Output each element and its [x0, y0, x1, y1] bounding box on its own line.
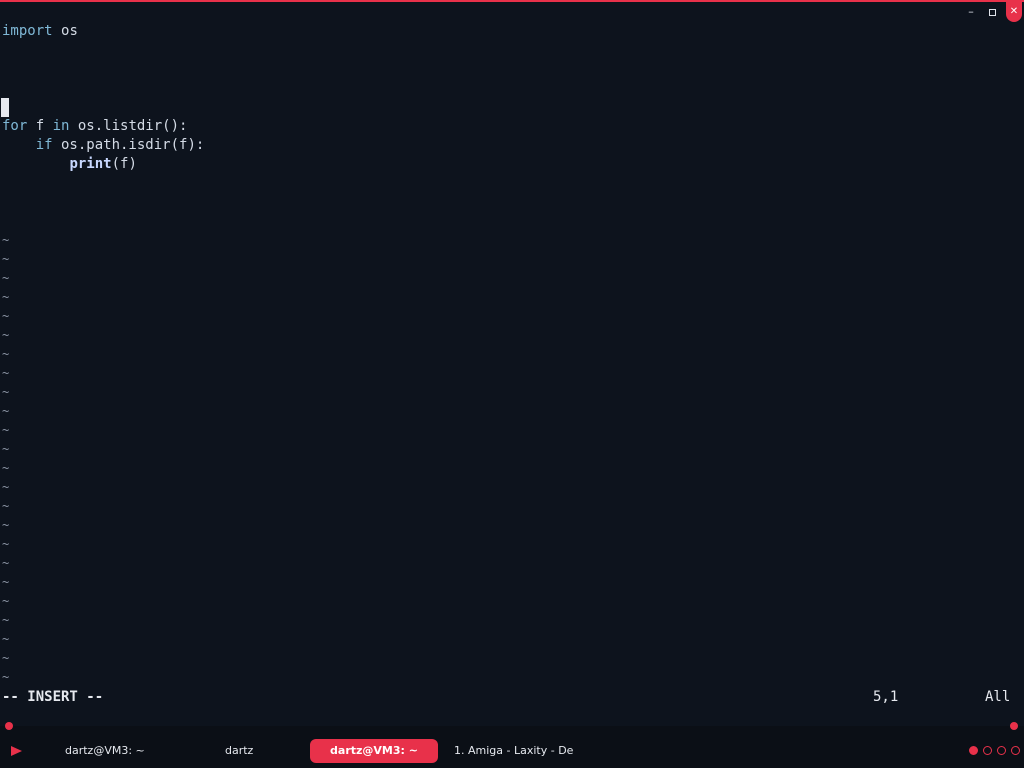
vim-editor[interactable]: import os for f in os.listdir(): if os.p…	[0, 22, 1024, 688]
maximize-icon	[988, 8, 996, 16]
empty-line-tilde: ~	[2, 556, 10, 570]
workspace-indicator-3[interactable]	[997, 746, 1006, 755]
empty-line-tilde: ~	[2, 518, 10, 532]
cursor-position: 5,1	[873, 689, 899, 705]
code-line-6: for f in os.listdir():	[2, 118, 188, 134]
close-button[interactable]: ✕	[1006, 2, 1022, 22]
taskbar-right-dot	[1010, 722, 1018, 730]
empty-line-tilde: ~	[2, 651, 10, 665]
empty-line-tilde: ~	[2, 670, 10, 684]
task-music-player[interactable]: 1. Amiga - Laxity - De	[454, 739, 573, 763]
empty-line-tilde: ~	[2, 613, 10, 627]
empty-line-tilde: ~	[2, 499, 10, 513]
builtin-print: print	[69, 156, 112, 172]
empty-line-tilde: ~	[2, 423, 10, 437]
empty-line-tilde: ~	[2, 537, 10, 551]
empty-line-tilde: ~	[2, 575, 10, 589]
empty-line-tilde: ~	[2, 271, 10, 285]
task-terminal-active[interactable]: dartz@VM3: ~	[310, 739, 438, 763]
code-line-7: if os.path.isdir(f):	[35, 137, 205, 153]
minimize-button[interactable]: –	[962, 3, 980, 21]
empty-line-tilde: ~	[2, 366, 10, 380]
empty-line-tilde: ~	[2, 594, 10, 608]
workspace-indicator-1[interactable]	[969, 746, 978, 755]
empty-line-tilde: ~	[2, 385, 10, 399]
task-terminal-1[interactable]: dartz@VM3: ~	[65, 739, 145, 763]
empty-line-tilde: ~	[2, 290, 10, 304]
empty-line-tilde: ~	[2, 233, 10, 247]
taskbar: dartz@VM3: ~ dartz dartz@VM3: ~ 1. Amiga…	[0, 722, 1024, 768]
maximize-button[interactable]	[983, 3, 1001, 21]
workspace-indicator-2[interactable]	[983, 746, 992, 755]
module-os: os	[61, 23, 78, 39]
empty-line-tilde: ~	[2, 461, 10, 475]
keyword-in: in	[52, 118, 70, 134]
workspace-indicator-4[interactable]	[1011, 746, 1020, 755]
keyword-for: for	[2, 118, 28, 134]
code-line-1: import os	[2, 22, 78, 41]
screen: – ✕ import os for f in os.listdir(): if …	[0, 0, 1024, 768]
window-titlebar: – ✕	[0, 2, 1024, 22]
empty-line-tilde: ~	[2, 347, 10, 361]
keyword-import: import	[2, 23, 53, 39]
mode-indicator: -- INSERT --	[2, 689, 104, 705]
text-cursor	[1, 98, 9, 117]
empty-line-tilde: ~	[2, 632, 10, 646]
empty-line-tilde: ~	[2, 480, 10, 494]
empty-line-tilde: ~	[2, 404, 10, 418]
play-icon[interactable]	[11, 746, 22, 756]
keyword-if: if	[35, 137, 53, 153]
taskbar-left-dot	[5, 722, 13, 730]
scroll-indicator: All	[985, 689, 1011, 705]
code-line-8: print(f)	[69, 156, 137, 172]
empty-line-tilde: ~	[2, 309, 10, 323]
empty-line-tilde: ~	[2, 328, 10, 342]
empty-line-tilde: ~	[2, 442, 10, 456]
empty-line-tilde: ~	[2, 252, 10, 266]
vim-statusline: -- INSERT -- 5,1 All	[0, 688, 1024, 707]
task-dartz[interactable]: dartz	[225, 739, 253, 763]
